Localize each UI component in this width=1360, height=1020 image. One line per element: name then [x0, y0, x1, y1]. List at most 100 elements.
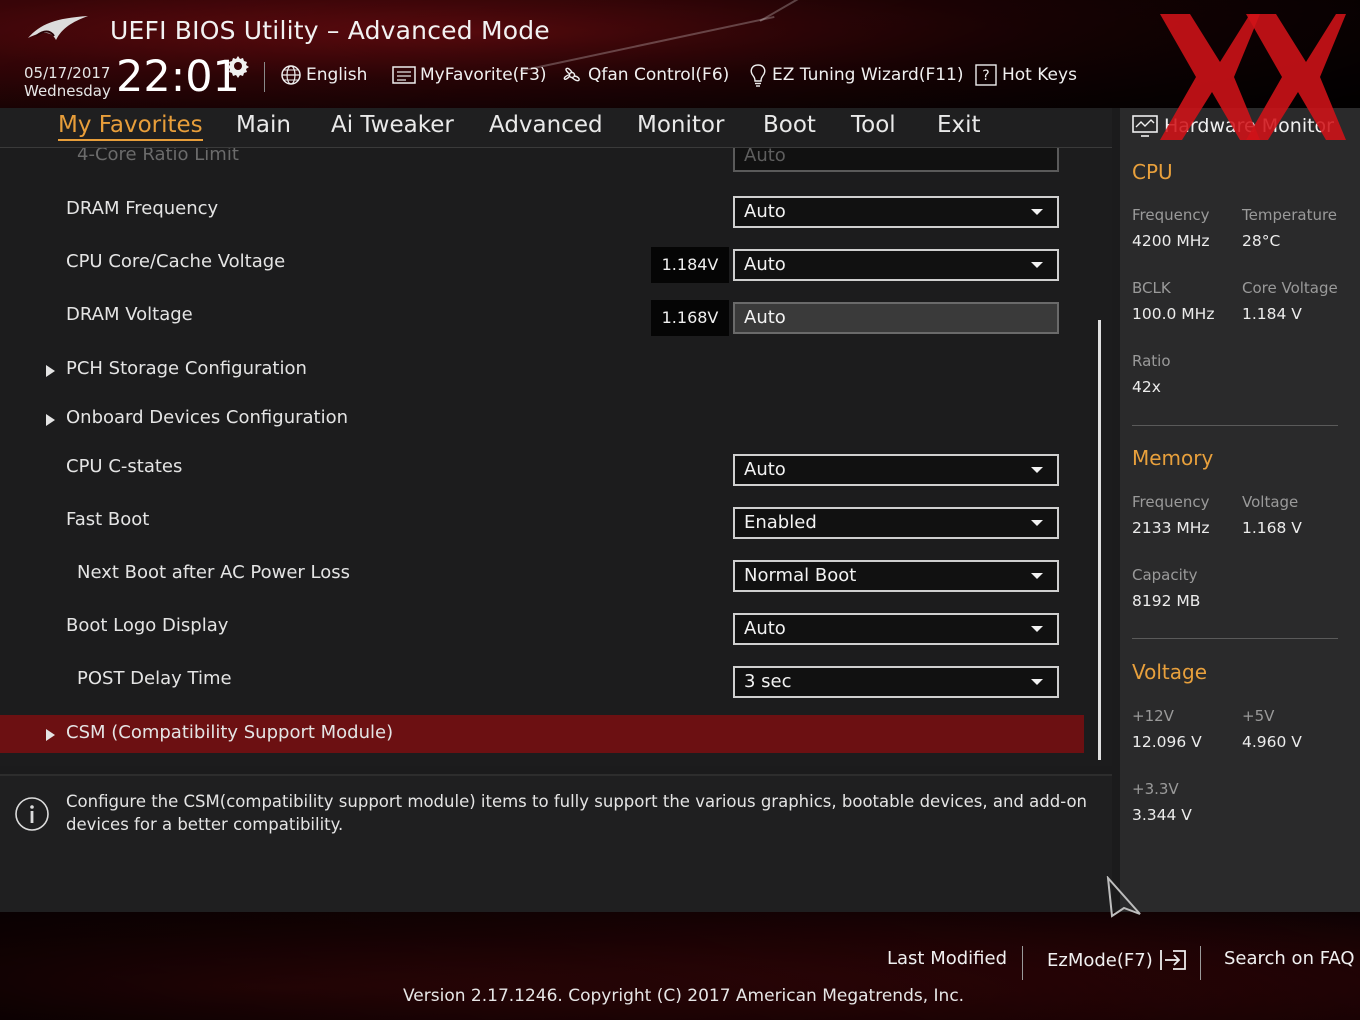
- v33-value: 3.344 V: [1132, 806, 1192, 824]
- dropdown-value: 3 sec: [744, 671, 792, 692]
- date-text: 05/17/2017: [24, 64, 111, 82]
- setting-row-dram-voltage[interactable]: DRAM Voltage 1.168V Auto: [0, 294, 1090, 338]
- memory-frequency-label: Frequency: [1132, 493, 1210, 511]
- tab-exit[interactable]: Exit: [937, 112, 981, 138]
- footer-light-streak: [39, 912, 80, 968]
- chevron-down-icon: [1031, 520, 1043, 526]
- ratio-label: Ratio: [1132, 352, 1171, 370]
- setting-dropdown[interactable]: Auto: [733, 148, 1059, 172]
- submenu-label: CSM (Compatibility Support Module): [66, 722, 394, 743]
- setting-label: POST Delay Time: [77, 668, 232, 689]
- tab-my-favorites[interactable]: My Favorites: [58, 112, 203, 141]
- gear-icon[interactable]: [226, 54, 250, 78]
- mouse-cursor-icon: [1106, 876, 1141, 918]
- voltage-readout: 1.168V: [651, 300, 729, 336]
- header-light-streak: [759, 0, 934, 22]
- setting-dropdown[interactable]: Enabled: [733, 507, 1059, 539]
- submenu-label: Onboard Devices Configuration: [66, 407, 349, 428]
- hardware-monitor-panel: Hardware Monitor CPU Frequency Temperatu…: [1120, 108, 1360, 912]
- core-voltage-value: 1.184 V: [1242, 305, 1302, 323]
- dropdown-value: Auto: [744, 459, 786, 480]
- hot-keys-button[interactable]: ? Hot Keys: [974, 62, 1077, 88]
- setting-label: Next Boot after AC Power Loss: [77, 562, 351, 583]
- date-display: 05/17/2017 Wednesday: [24, 64, 111, 100]
- tab-boot[interactable]: Boot: [763, 112, 816, 138]
- tab-ai-tweaker[interactable]: Ai Tweaker: [331, 112, 454, 138]
- tab-tool[interactable]: Tool: [851, 112, 896, 138]
- last-modified-label: Last Modified: [887, 948, 1008, 969]
- question-icon: ?: [975, 64, 997, 86]
- setting-dropdown[interactable]: Auto: [733, 249, 1059, 281]
- hot-keys-label: Hot Keys: [1002, 65, 1077, 85]
- capacity-value: 8192 MB: [1132, 592, 1201, 610]
- cpu-frequency-value: 4200 MHz: [1132, 232, 1210, 250]
- footer-light-streak: [3, 912, 117, 931]
- ezmode-button[interactable]: EzMode(F7): [1047, 948, 1189, 972]
- chevron-down-icon: [1031, 467, 1043, 473]
- setting-input[interactable]: Auto: [733, 302, 1059, 334]
- exit-arrow-icon: [1159, 950, 1186, 970]
- qfan-control-label: Qfan Control(F6): [588, 65, 730, 85]
- setting-row-boot-logo-display[interactable]: Boot Logo Display Auto: [0, 605, 1090, 649]
- memory-frequency-value: 2133 MHz: [1132, 519, 1210, 537]
- footer-bar: Last Modified EzMode(F7) Search on FAQ V…: [0, 912, 1360, 1020]
- setting-dropdown[interactable]: Auto: [733, 454, 1059, 486]
- header-divider: [264, 62, 265, 92]
- setting-dropdown[interactable]: Auto: [733, 196, 1059, 228]
- main-menu-bar: My Favorites Main Ai Tweaker Advanced Mo…: [0, 108, 1112, 148]
- scrollbar[interactable]: [1098, 320, 1101, 760]
- cpu-heading: CPU: [1132, 160, 1173, 184]
- language-button[interactable]: English: [280, 62, 367, 88]
- tab-main[interactable]: Main: [236, 112, 291, 138]
- dropdown-value: Auto: [744, 618, 786, 639]
- setting-row-next-boot-after-ac-power-loss[interactable]: Next Boot after AC Power Loss Normal Boo…: [0, 552, 1090, 596]
- cpu-frequency-label: Frequency: [1132, 206, 1210, 224]
- myfavorite-button[interactable]: MyFavorite(F3): [392, 62, 547, 88]
- setting-label: CPU C-states: [66, 456, 183, 477]
- setting-row-dram-frequency[interactable]: DRAM Frequency Auto: [0, 188, 1090, 232]
- qfan-control-button[interactable]: Qfan Control(F6): [560, 62, 729, 88]
- settings-panel: 4-Core Ratio Limit Auto DRAM Frequency A…: [0, 148, 1112, 766]
- tab-advanced[interactable]: Advanced: [489, 112, 603, 138]
- setting-label: CPU Core/Cache Voltage: [66, 251, 286, 272]
- last-modified-button[interactable]: Last Modified: [887, 948, 1007, 969]
- favorite-list-icon: [392, 66, 416, 84]
- chevron-down-icon: [1031, 209, 1043, 215]
- v5-value: 4.960 V: [1242, 733, 1302, 751]
- submenu-arrow-icon: [46, 414, 55, 426]
- cpu-temperature-value: 28°C: [1242, 232, 1281, 250]
- chevron-down-icon: [1031, 626, 1043, 632]
- core-voltage-label: Core Voltage: [1242, 279, 1338, 297]
- tab-monitor[interactable]: Monitor: [637, 112, 724, 138]
- v12-label: +12V: [1132, 707, 1174, 725]
- rog-logo-icon: [28, 16, 88, 40]
- chevron-down-icon: [1031, 262, 1043, 268]
- voltage-readout: 1.184V: [651, 247, 729, 283]
- submenu-csm[interactable]: CSM (Compatibility Support Module): [0, 715, 1084, 753]
- ez-tuning-wizard-label: EZ Tuning Wizard(F11): [772, 65, 964, 85]
- setting-dropdown[interactable]: Auto: [733, 613, 1059, 645]
- ez-tuning-wizard-button[interactable]: EZ Tuning Wizard(F11): [748, 62, 964, 88]
- setting-row-cpu-c-states[interactable]: CPU C-states Auto: [0, 446, 1090, 490]
- language-label: English: [306, 65, 368, 85]
- submenu-onboard-devices-configuration[interactable]: Onboard Devices Configuration: [0, 397, 1090, 441]
- fan-icon: [563, 67, 580, 82]
- footer-divider: [1022, 946, 1023, 980]
- watermark-logo: [1160, 14, 1346, 140]
- setting-row-4-core-ratio-limit[interactable]: 4-Core Ratio Limit Auto: [0, 148, 1090, 178]
- submenu-pch-storage-configuration[interactable]: PCH Storage Configuration: [0, 348, 1090, 392]
- setting-row-cpu-core-cache-voltage[interactable]: CPU Core/Cache Voltage 1.184V Auto: [0, 241, 1090, 285]
- help-description: Configure the CSM(compatibility support …: [66, 792, 1088, 834]
- search-faq-button[interactable]: Search on FAQ: [1224, 948, 1355, 969]
- setting-dropdown[interactable]: 3 sec: [733, 666, 1059, 698]
- v5-label: +5V: [1242, 707, 1275, 725]
- bclk-value: 100.0 MHz: [1132, 305, 1215, 323]
- setting-dropdown[interactable]: Normal Boot: [733, 560, 1059, 592]
- v33-label: +3.3V: [1132, 780, 1179, 798]
- capacity-label: Capacity: [1132, 566, 1198, 584]
- ezmode-label: EzMode(F7): [1047, 949, 1153, 971]
- svg-text:?: ?: [982, 68, 989, 84]
- setting-row-post-delay-time[interactable]: POST Delay Time 3 sec: [0, 658, 1090, 702]
- weekday-text: Wednesday: [24, 82, 111, 100]
- setting-row-fast-boot[interactable]: Fast Boot Enabled: [0, 499, 1090, 543]
